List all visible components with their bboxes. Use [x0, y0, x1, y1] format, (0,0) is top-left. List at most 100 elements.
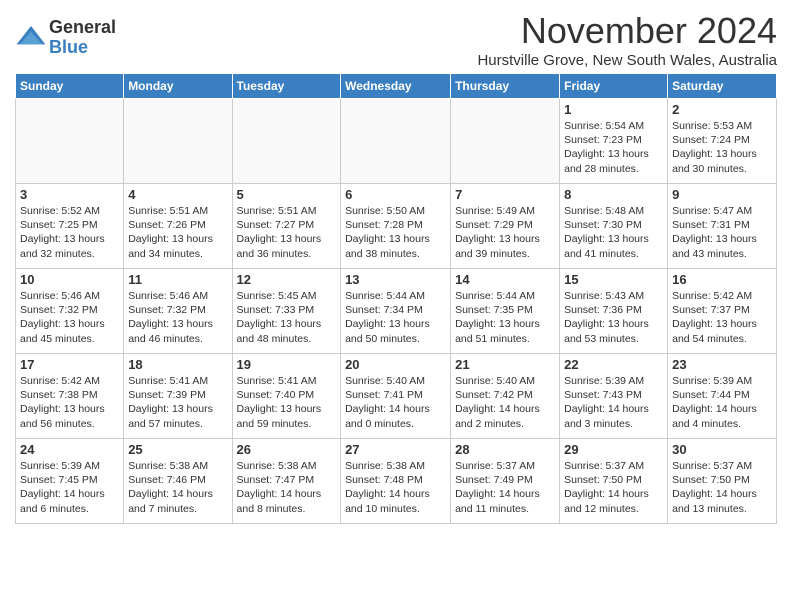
- day-number: 24: [20, 442, 119, 457]
- day-info: Sunrise: 5:48 AMSunset: 7:30 PMDaylight:…: [564, 204, 663, 261]
- day-cell: 20 Sunrise: 5:40 AMSunset: 7:41 PMDayligh…: [341, 354, 451, 439]
- day-info: Sunrise: 5:38 AMSunset: 7:48 PMDaylight:…: [345, 459, 446, 516]
- day-number: 28: [455, 442, 555, 457]
- day-cell: 19 Sunrise: 5:41 AMSunset: 7:40 PMDayligh…: [232, 354, 341, 439]
- day-cell: 1Sunrise: 5:54 AMSunset: 7:23 PMDaylight…: [560, 99, 668, 184]
- day-cell: 8 Sunrise: 5:48 AMSunset: 7:30 PMDaylight…: [560, 184, 668, 269]
- day-number: 16: [672, 272, 772, 287]
- day-cell: 14 Sunrise: 5:44 AMSunset: 7:35 PMDayligh…: [451, 269, 560, 354]
- day-number: 8: [564, 187, 663, 202]
- day-number: 27: [345, 442, 446, 457]
- header-day-tuesday: Tuesday: [232, 74, 341, 99]
- week-row-4: 17Sunrise: 5:42 AMSunset: 7:38 PMDayligh…: [16, 354, 777, 439]
- day-cell: [124, 99, 232, 184]
- day-info: Sunrise: 5:52 AMSunset: 7:25 PMDaylight:…: [20, 204, 119, 261]
- day-info: Sunrise: 5:40 AMSunset: 7:42 PMDaylight:…: [455, 374, 555, 431]
- header-day-saturday: Saturday: [668, 74, 777, 99]
- day-number: 20: [345, 357, 446, 372]
- day-cell: [341, 99, 451, 184]
- day-info: Sunrise: 5:37 AMSunset: 7:50 PMDaylight:…: [564, 459, 663, 516]
- day-cell: 2 Sunrise: 5:53 AMSunset: 7:24 PMDaylight…: [668, 99, 777, 184]
- day-number: 11: [128, 272, 227, 287]
- day-info: Sunrise: 5:37 AMSunset: 7:49 PMDaylight:…: [455, 459, 555, 516]
- header-day-monday: Monday: [124, 74, 232, 99]
- day-cell: 27 Sunrise: 5:38 AMSunset: 7:48 PMDayligh…: [341, 439, 451, 524]
- day-number: 9: [672, 187, 772, 202]
- day-number: 13: [345, 272, 446, 287]
- day-cell: 12Sunrise: 5:45 AMSunset: 7:33 PMDayligh…: [232, 269, 341, 354]
- header-day-wednesday: Wednesday: [341, 74, 451, 99]
- day-cell: 10 Sunrise: 5:46 AMSunset: 7:32 PMDayligh…: [16, 269, 124, 354]
- day-number: 21: [455, 357, 555, 372]
- day-number: 22: [564, 357, 663, 372]
- day-number: 26: [237, 442, 337, 457]
- week-row-5: 24 Sunrise: 5:39 AMSunset: 7:45 PMDayligh…: [16, 439, 777, 524]
- day-info: Sunrise: 5:51 AMSunset: 7:27 PMDaylight:…: [237, 204, 337, 261]
- logo-icon: [15, 22, 47, 54]
- day-cell: 11 Sunrise: 5:46 AMSunset: 7:32 PMDayligh…: [124, 269, 232, 354]
- day-number: 19: [237, 357, 337, 372]
- day-cell: 3 Sunrise: 5:52 AMSunset: 7:25 PMDaylight…: [16, 184, 124, 269]
- day-number: 23: [672, 357, 772, 372]
- day-info: Sunrise: 5:40 AMSunset: 7:41 PMDaylight:…: [345, 374, 446, 431]
- day-info: Sunrise: 5:46 AMSunset: 7:32 PMDaylight:…: [128, 289, 227, 346]
- day-number: 6: [345, 187, 446, 202]
- day-info: Sunrise: 5:44 AMSunset: 7:35 PMDaylight:…: [455, 289, 555, 346]
- day-cell: 16 Sunrise: 5:42 AMSunset: 7:37 PMDayligh…: [668, 269, 777, 354]
- day-cell: 28 Sunrise: 5:37 AMSunset: 7:49 PMDayligh…: [451, 439, 560, 524]
- day-number: 30: [672, 442, 772, 457]
- day-cell: [232, 99, 341, 184]
- day-cell: 25Sunrise: 5:38 AMSunset: 7:46 PMDayligh…: [124, 439, 232, 524]
- day-info: Sunrise: 5:53 AMSunset: 7:24 PMDaylight:…: [672, 119, 772, 176]
- day-cell: 6 Sunrise: 5:50 AMSunset: 7:28 PMDaylight…: [341, 184, 451, 269]
- day-number: 18: [128, 357, 227, 372]
- day-info: Sunrise: 5:41 AMSunset: 7:40 PMDaylight:…: [237, 374, 337, 431]
- day-cell: 18Sunrise: 5:41 AMSunset: 7:39 PMDayligh…: [124, 354, 232, 439]
- day-number: 10: [20, 272, 119, 287]
- day-number: 1: [564, 102, 663, 117]
- logo: General Blue: [15, 18, 116, 58]
- day-cell: 5 Sunrise: 5:51 AMSunset: 7:27 PMDaylight…: [232, 184, 341, 269]
- title-block: November 2024 Hurstville Grove, New Sout…: [477, 10, 777, 69]
- day-number: 12: [237, 272, 337, 287]
- day-cell: 9Sunrise: 5:47 AMSunset: 7:31 PMDaylight…: [668, 184, 777, 269]
- day-number: 7: [455, 187, 555, 202]
- week-row-3: 10 Sunrise: 5:46 AMSunset: 7:32 PMDayligh…: [16, 269, 777, 354]
- day-cell: 15 Sunrise: 5:43 AMSunset: 7:36 PMDayligh…: [560, 269, 668, 354]
- week-row-1: 1Sunrise: 5:54 AMSunset: 7:23 PMDaylight…: [16, 99, 777, 184]
- calendar-table: SundayMondayTuesdayWednesdayThursdayFrid…: [15, 73, 777, 524]
- day-info: Sunrise: 5:39 AMSunset: 7:45 PMDaylight:…: [20, 459, 119, 516]
- logo-text: General Blue: [49, 18, 116, 58]
- day-number: 4: [128, 187, 227, 202]
- location: Hurstville Grove, New South Wales, Austr…: [477, 52, 777, 69]
- day-cell: 13 Sunrise: 5:44 AMSunset: 7:34 PMDayligh…: [341, 269, 451, 354]
- header-day-thursday: Thursday: [451, 74, 560, 99]
- week-row-2: 3 Sunrise: 5:52 AMSunset: 7:25 PMDaylight…: [16, 184, 777, 269]
- day-info: Sunrise: 5:43 AMSunset: 7:36 PMDaylight:…: [564, 289, 663, 346]
- day-number: 29: [564, 442, 663, 457]
- header-day-friday: Friday: [560, 74, 668, 99]
- logo-general: General: [49, 18, 116, 38]
- day-number: 3: [20, 187, 119, 202]
- day-info: Sunrise: 5:42 AMSunset: 7:38 PMDaylight:…: [20, 374, 119, 431]
- day-number: 14: [455, 272, 555, 287]
- day-info: Sunrise: 5:44 AMSunset: 7:34 PMDaylight:…: [345, 289, 446, 346]
- day-cell: [451, 99, 560, 184]
- day-cell: 30 Sunrise: 5:37 AMSunset: 7:50 PMDayligh…: [668, 439, 777, 524]
- day-number: 25: [128, 442, 227, 457]
- day-cell: 21 Sunrise: 5:40 AMSunset: 7:42 PMDayligh…: [451, 354, 560, 439]
- header-row: SundayMondayTuesdayWednesdayThursdayFrid…: [16, 74, 777, 99]
- day-info: Sunrise: 5:39 AMSunset: 7:44 PMDaylight:…: [672, 374, 772, 431]
- day-number: 2: [672, 102, 772, 117]
- day-info: Sunrise: 5:37 AMSunset: 7:50 PMDaylight:…: [672, 459, 772, 516]
- logo-blue: Blue: [49, 38, 116, 58]
- day-number: 15: [564, 272, 663, 287]
- day-info: Sunrise: 5:42 AMSunset: 7:37 PMDaylight:…: [672, 289, 772, 346]
- day-cell: 7 Sunrise: 5:49 AMSunset: 7:29 PMDaylight…: [451, 184, 560, 269]
- day-info: Sunrise: 5:49 AMSunset: 7:29 PMDaylight:…: [455, 204, 555, 261]
- day-info: Sunrise: 5:46 AMSunset: 7:32 PMDaylight:…: [20, 289, 119, 346]
- day-cell: 17Sunrise: 5:42 AMSunset: 7:38 PMDayligh…: [16, 354, 124, 439]
- day-number: 5: [237, 187, 337, 202]
- day-info: Sunrise: 5:50 AMSunset: 7:28 PMDaylight:…: [345, 204, 446, 261]
- day-cell: 24 Sunrise: 5:39 AMSunset: 7:45 PMDayligh…: [16, 439, 124, 524]
